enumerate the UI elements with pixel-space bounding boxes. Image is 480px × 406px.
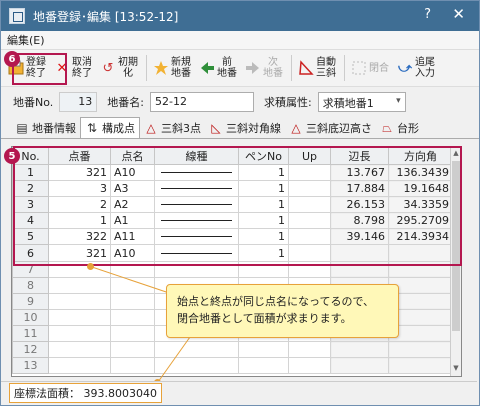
area-label: 座標法面積： xyxy=(14,386,80,400)
callout-leader-lines xyxy=(91,266,191,383)
callout-note: 始点と終点が同じ点名になってるので、 閉合地番として面積が求まります。 xyxy=(166,284,399,338)
area-status: 座標法面積： 393.8003040 xyxy=(9,382,162,403)
callout-line-1: 始点と終点が同じ点名になってるので、 xyxy=(177,295,375,308)
area-value: 393.8003040 xyxy=(83,386,157,400)
status-bar: 座標法面積： 393.8003040 xyxy=(1,381,477,403)
callout-line-2: 閉合地番として面積が求まります。 xyxy=(177,312,352,325)
